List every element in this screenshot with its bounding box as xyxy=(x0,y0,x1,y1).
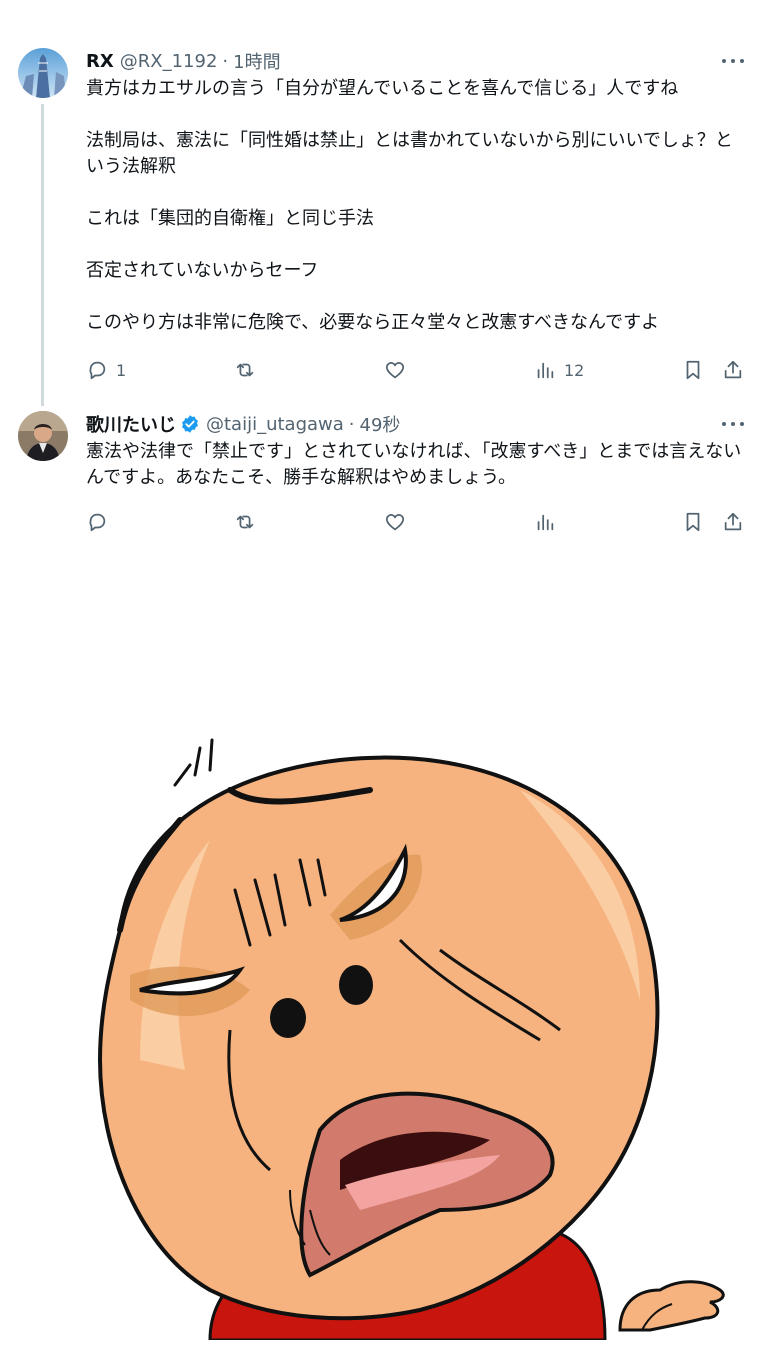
separator-dot: · xyxy=(222,50,229,72)
share-icon xyxy=(724,512,742,531)
reply-icon xyxy=(89,361,106,380)
share-button[interactable] xyxy=(722,509,744,535)
tweet-rx[interactable]: RX @RX_1192 · 1時間 貴方はカエサルの言う「自分が望んでいることを… xyxy=(0,0,768,406)
views-button[interactable]: 12 xyxy=(534,357,584,383)
avatar-utagawa[interactable] xyxy=(18,411,68,461)
verified-badge-icon xyxy=(182,415,198,433)
thread-connector xyxy=(41,104,44,406)
user-handle[interactable]: @taiji_utagawa xyxy=(206,414,344,435)
avatar-rx-image xyxy=(18,48,68,98)
views-icon xyxy=(537,514,554,531)
views-icon xyxy=(537,362,554,379)
reply-icon xyxy=(89,513,106,532)
views-button[interactable] xyxy=(534,509,564,535)
tweet-reply[interactable]: 歌川たいじ @taiji_utagawa · 49秒 憲法や法律で「禁止です」と… xyxy=(0,400,768,560)
timestamp[interactable]: 49秒 xyxy=(360,411,401,437)
reply-count: 1 xyxy=(116,360,127,380)
tweet-header: RX @RX_1192 · 1時間 xyxy=(86,48,748,74)
retweet-icon xyxy=(236,363,254,377)
tweet-paragraph: 否定されていないからセーフ xyxy=(86,260,319,281)
reply-button[interactable]: 1 xyxy=(86,357,126,383)
avatar-utagawa-image xyxy=(18,411,68,461)
tweet-paragraph: このやり方は非常に危険で、必要なら正々堂々と改憲すべきなんですよ xyxy=(86,312,660,333)
tweet-paragraph: 法制局は、憲法に「同性婚は禁止」とは書かれていないから別にいいでしょ？という法解… xyxy=(86,130,733,177)
tweet-text: 憲法や法律で「禁止です」とされていなければ、「改憲すべき」とまでは言えないんです… xyxy=(86,439,746,491)
share-icon xyxy=(724,360,742,379)
timestamp[interactable]: 1時間 xyxy=(233,48,280,74)
tweet-paragraph: 貴方はカエサルの言う「自分が望んでいることを喜んで信じる」人ですね xyxy=(86,78,679,99)
like-button[interactable] xyxy=(384,357,414,383)
tweet-paragraph: これは「集団的自衛権」と同じ手法 xyxy=(86,208,374,229)
like-button[interactable] xyxy=(384,509,414,535)
display-name[interactable]: 歌川たいじ xyxy=(86,411,176,437)
avatar-rx[interactable] xyxy=(18,48,68,98)
tweet-actions: 1 12 xyxy=(86,357,748,383)
like-icon xyxy=(385,362,405,379)
display-name[interactable]: RX xyxy=(86,51,114,72)
tweet-paragraph: 憲法や法律で「禁止です」とされていなければ、「改憲すべき」とまでは言えないんです… xyxy=(86,441,742,488)
share-button[interactable] xyxy=(722,357,744,383)
bookmark-icon xyxy=(686,360,700,380)
more-icon[interactable] xyxy=(722,415,744,433)
tweet-text: 貴方はカエサルの言う「自分が望んでいることを喜んで信じる」人ですね 法制局は、憲… xyxy=(86,76,746,336)
retweet-button[interactable] xyxy=(234,509,264,535)
cartoon-face-illustration xyxy=(97,738,725,1340)
bookmark-button[interactable] xyxy=(682,357,704,383)
like-icon xyxy=(385,514,405,531)
user-handle[interactable]: @RX_1192 xyxy=(120,51,218,72)
bookmark-icon xyxy=(686,512,700,532)
retweet-icon xyxy=(236,515,254,529)
views-count: 12 xyxy=(564,360,585,380)
reply-button[interactable] xyxy=(86,509,116,535)
more-icon[interactable] xyxy=(722,52,744,70)
separator-dot: · xyxy=(348,413,355,435)
tweet-actions xyxy=(86,509,748,535)
bookmark-button[interactable] xyxy=(682,509,704,535)
retweet-button[interactable] xyxy=(234,357,264,383)
tweet-header: 歌川たいじ @taiji_utagawa · 49秒 xyxy=(86,411,748,437)
